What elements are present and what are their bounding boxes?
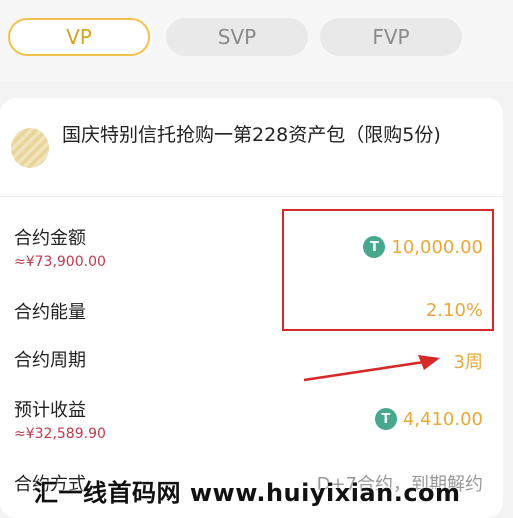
income-number: 4,410.00 [402, 408, 483, 430]
annotation-arrow-icon [303, 355, 440, 382]
energy-label: 合约能量 [14, 302, 86, 323]
amount-cny: ≈¥73,900.00 [14, 254, 106, 270]
tab-fvp[interactable]: FVP [320, 18, 462, 56]
level-tabs: VP SVP FVP [0, 0, 513, 82]
tether-coin-icon: T [374, 408, 397, 430]
income-label: 预计收益 [14, 400, 86, 421]
amount-label: 合约金额 [14, 228, 86, 249]
divider [0, 196, 503, 197]
product-avatar-icon [11, 128, 49, 168]
income-cny: ≈¥32,589.90 [14, 426, 106, 442]
income-value: T 4,410.00 [374, 408, 483, 430]
period-label: 合约周期 [14, 350, 86, 371]
period-value: 3周 [453, 352, 483, 373]
site-watermark: 汇一线首码网 www.huiyixian.com [34, 479, 461, 507]
tab-vp[interactable]: VP [8, 18, 150, 56]
product-title: 国庆特别信托抢购一第228资产包（限购5份) [62, 124, 441, 146]
annotation-red-box [282, 209, 494, 331]
tab-svp[interactable]: SVP [166, 18, 308, 56]
